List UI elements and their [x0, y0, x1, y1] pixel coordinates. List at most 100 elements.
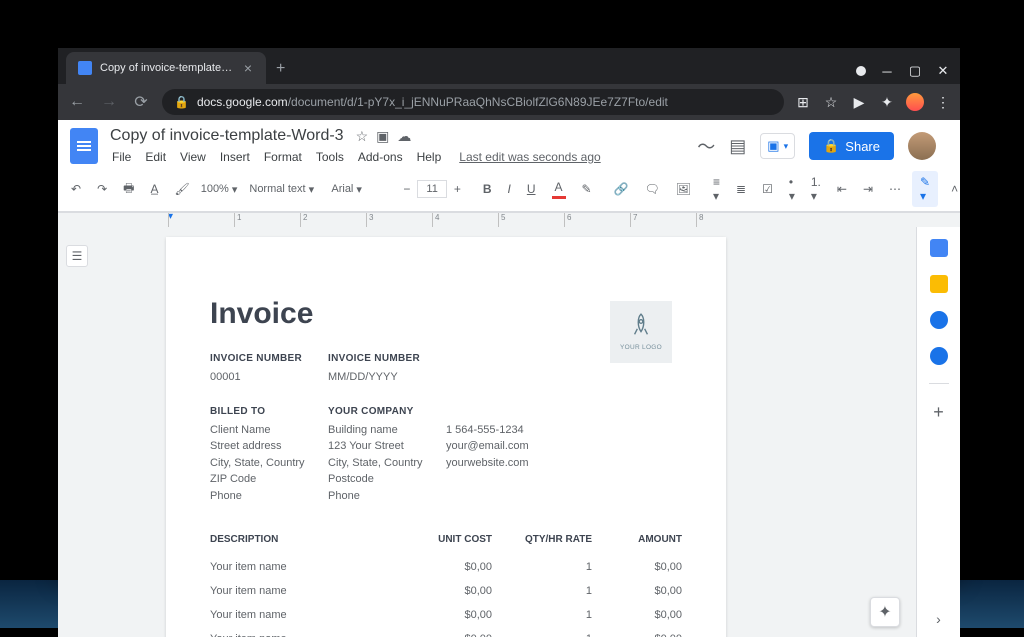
- outline-toggle-button[interactable]: ☰: [66, 245, 88, 267]
- maximize-button[interactable]: ▢: [908, 64, 922, 78]
- image-button[interactable]: 🖼: [671, 178, 696, 200]
- menu-tools[interactable]: Tools: [310, 147, 350, 167]
- table-row: Your item name $0,00 1 $0,00: [210, 579, 682, 603]
- move-icon[interactable]: ▣: [376, 128, 389, 145]
- back-button[interactable]: ←: [66, 93, 88, 111]
- font-size-value[interactable]: 11: [417, 180, 446, 198]
- url-host: docs.google.com: [197, 95, 288, 109]
- reload-button[interactable]: ⟳: [130, 92, 152, 112]
- cloud-status-icon[interactable]: ☁: [397, 128, 411, 145]
- decrease-font-button[interactable]: −: [398, 178, 415, 200]
- underline-button[interactable]: U: [522, 178, 541, 200]
- col-qty: QTY/HR RATE: [492, 534, 592, 545]
- tasks-icon[interactable]: [930, 311, 948, 329]
- document-title[interactable]: Copy of invoice-template-Word-3: [106, 125, 348, 147]
- collapse-panel-button[interactable]: ›: [936, 611, 941, 627]
- lock-icon: 🔒: [823, 138, 839, 154]
- addons-plus-icon[interactable]: +: [933, 402, 944, 423]
- invoice-number-label: INVOICE NUMBER: [210, 353, 328, 364]
- billed-to-label: BILLED TO: [210, 406, 328, 417]
- billed-to-lines: Client Name Street address City, State, …: [210, 422, 328, 505]
- contacts-icon[interactable]: [930, 347, 948, 365]
- keep-icon[interactable]: [930, 275, 948, 293]
- indent-increase-button[interactable]: ⇥: [858, 178, 878, 200]
- menu-help[interactable]: Help: [411, 147, 448, 167]
- activity-icon[interactable]: 〜: [697, 133, 715, 159]
- editing-mode-button[interactable]: ✎ ▾: [912, 171, 938, 207]
- redo-button[interactable]: ↷: [92, 178, 112, 200]
- menu-file[interactable]: File: [106, 147, 137, 167]
- lock-icon: 🔒: [174, 95, 189, 109]
- star-icon[interactable]: ☆: [356, 128, 369, 145]
- invoice-date: MM/DD/YYYY: [328, 369, 446, 386]
- highlight-button[interactable]: ✎: [577, 178, 597, 200]
- reader-icon[interactable]: ▶: [850, 94, 868, 111]
- bold-button[interactable]: B: [478, 178, 497, 200]
- menu-bar: File Edit View Insert Format Tools Add-o…: [106, 147, 689, 167]
- table-row: Your item name $0,00 1 $0,00: [210, 603, 682, 627]
- share-button[interactable]: 🔒 Share: [809, 132, 894, 160]
- paint-format-button[interactable]: 🖌: [169, 178, 194, 200]
- url-path: /document/d/1-pY7x_i_jENNuPRaaQhNsCBiolf…: [288, 95, 668, 109]
- last-edit-link[interactable]: Last edit was seconds ago: [453, 147, 606, 167]
- spellcheck-button[interactable]: A̲: [145, 178, 163, 200]
- indent-decrease-button[interactable]: ⇤: [832, 178, 852, 200]
- document-page[interactable]: Invoice YOUR LOGO INVOICE NUMBER 00001: [166, 237, 726, 637]
- table-row: Your item name $0,00 1 $0,00: [210, 627, 682, 637]
- browser-tab[interactable]: Copy of invoice-template-Word… ×: [66, 52, 266, 84]
- menu-format[interactable]: Format: [258, 147, 308, 167]
- profile-chip-icon[interactable]: [906, 93, 924, 111]
- company-label: YOUR COMPANY: [328, 406, 446, 417]
- invoice-table: DESCRIPTION UNIT COST QTY/HR RATE AMOUNT…: [210, 534, 682, 637]
- menu-addons[interactable]: Add-ons: [352, 147, 409, 167]
- zoom-select[interactable]: 100% ▾: [201, 183, 238, 196]
- italic-button[interactable]: I: [503, 178, 516, 200]
- logo-text: YOUR LOGO: [620, 344, 662, 351]
- minimize-button[interactable]: ─: [880, 64, 894, 78]
- close-tab-icon[interactable]: ×: [242, 60, 254, 76]
- explore-button[interactable]: ✦: [870, 597, 900, 627]
- comments-icon[interactable]: ▤: [729, 136, 746, 157]
- menu-edit[interactable]: Edit: [139, 147, 172, 167]
- invoice-number: 00001: [210, 369, 328, 386]
- checklist-button[interactable]: ☑: [757, 178, 778, 200]
- tab-bar: Copy of invoice-template-Word… × + ─ ▢ ✕: [58, 48, 960, 84]
- extensions-icon[interactable]: ✦: [878, 94, 896, 111]
- increase-font-button[interactable]: +: [449, 178, 466, 200]
- contact-lines: 1 564-555-1234 your@email.com yourwebsit…: [446, 422, 564, 472]
- close-window-button[interactable]: ✕: [936, 64, 950, 78]
- menu-view[interactable]: View: [174, 147, 212, 167]
- link-button[interactable]: 🔗: [609, 178, 634, 200]
- font-select[interactable]: Arial ▾: [331, 183, 386, 196]
- line-spacing-button[interactable]: ≣: [731, 178, 751, 200]
- menu-insert[interactable]: Insert: [214, 147, 256, 167]
- docs-logo-icon[interactable]: [70, 128, 98, 164]
- col-description: DESCRIPTION: [210, 534, 402, 545]
- document-scroll[interactable]: Invoice YOUR LOGO INVOICE NUMBER 00001: [96, 227, 916, 637]
- print-button[interactable]: 🖶: [118, 175, 139, 204]
- comment-button[interactable]: 🗨: [640, 178, 665, 200]
- style-select[interactable]: Normal text ▾: [249, 183, 319, 196]
- url-field[interactable]: 🔒 docs.google.com/document/d/1-pY7x_i_jE…: [162, 89, 784, 115]
- calendar-icon[interactable]: [930, 239, 948, 257]
- numbered-list-button[interactable]: 1. ▾: [806, 171, 826, 207]
- align-button[interactable]: ≡ ▾: [708, 171, 725, 207]
- ruler[interactable]: ▾ 1 2 3 4 5 6 7 8: [58, 213, 960, 227]
- tab-title: Copy of invoice-template-Word…: [100, 62, 234, 74]
- tab-info-icon[interactable]: [856, 66, 866, 76]
- side-panel: + ›: [916, 227, 960, 637]
- collapse-toolbar-button[interactable]: ˄: [946, 178, 963, 200]
- text-color-button[interactable]: A: [547, 176, 571, 203]
- forward-button[interactable]: →: [98, 93, 120, 111]
- new-tab-button[interactable]: +: [266, 54, 295, 84]
- user-avatar[interactable]: [908, 132, 936, 160]
- more-button[interactable]: ⋯: [884, 178, 906, 200]
- logo-placeholder: YOUR LOGO: [610, 301, 672, 363]
- bookmark-icon[interactable]: ☆: [822, 94, 840, 111]
- bullet-list-button[interactable]: • ▾: [784, 171, 800, 207]
- chrome-menu-icon[interactable]: ⋮: [934, 94, 952, 111]
- undo-button[interactable]: ↶: [66, 178, 86, 200]
- font-size-stepper: − 11 +: [398, 178, 465, 200]
- install-app-icon[interactable]: ⊞: [794, 94, 812, 111]
- present-button[interactable]: ▣ ▾: [760, 133, 795, 159]
